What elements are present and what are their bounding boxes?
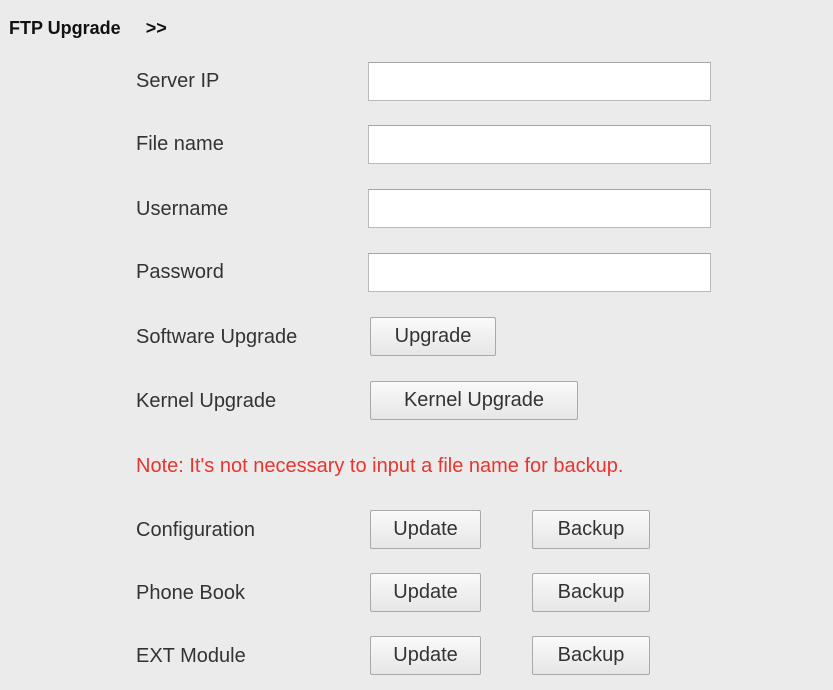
ext-module-update-button[interactable]: Update bbox=[370, 636, 481, 675]
file-name-label: File name bbox=[136, 133, 224, 155]
ext-module-label: EXT Module bbox=[136, 645, 246, 667]
software-upgrade-label: Software Upgrade bbox=[136, 326, 298, 348]
phone-book-label: Phone Book bbox=[136, 582, 245, 604]
expand-arrows-icon[interactable]: >> bbox=[146, 18, 167, 38]
ext-module-backup-button[interactable]: Backup bbox=[532, 636, 650, 675]
server-ip-label: Server IP bbox=[136, 70, 220, 92]
phone-book-backup-button[interactable]: Backup bbox=[532, 573, 650, 612]
phone-book-update-button[interactable]: Update bbox=[370, 573, 481, 612]
username-input[interactable] bbox=[368, 189, 711, 228]
username-label: Username bbox=[136, 198, 229, 220]
kernel-upgrade-button[interactable]: Kernel Upgrade bbox=[370, 381, 578, 420]
configuration-backup-button[interactable]: Backup bbox=[532, 510, 650, 549]
kernel-upgrade-label: Kernel Upgrade bbox=[136, 390, 277, 412]
password-label: Password bbox=[136, 261, 224, 283]
configuration-label: Configuration bbox=[136, 519, 255, 541]
file-name-input[interactable] bbox=[368, 125, 711, 164]
configuration-update-button[interactable]: Update bbox=[370, 510, 481, 549]
backup-note: Note: It's not necessary to input a file… bbox=[136, 455, 624, 477]
server-ip-input[interactable] bbox=[368, 62, 711, 101]
password-input[interactable] bbox=[368, 253, 711, 292]
section-header: FTP Upgrade >> bbox=[9, 18, 167, 39]
section-title: FTP Upgrade bbox=[9, 18, 121, 38]
upgrade-button[interactable]: Upgrade bbox=[370, 317, 496, 356]
